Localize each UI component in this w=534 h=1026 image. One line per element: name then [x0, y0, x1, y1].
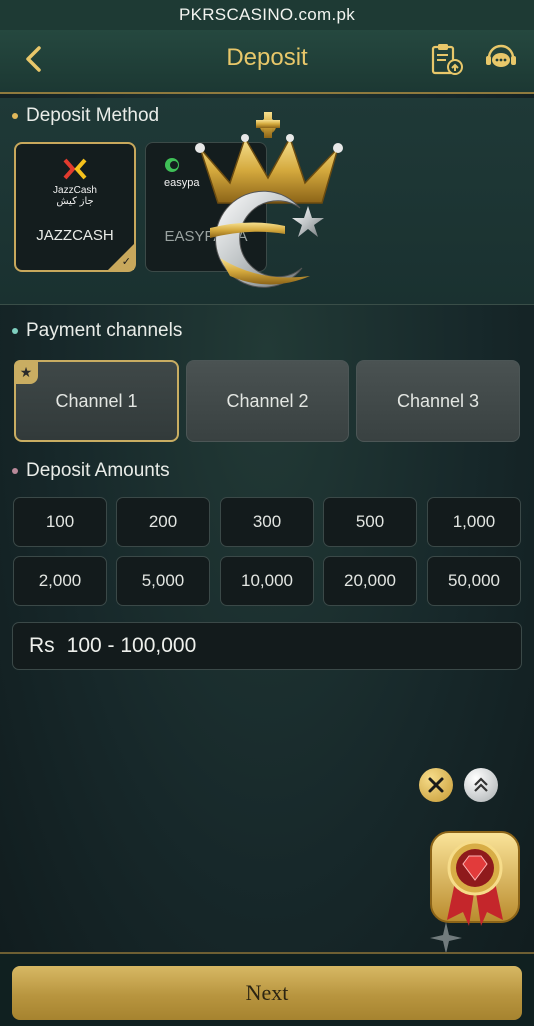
sparkle-icon — [430, 922, 462, 954]
amount-value: 200 — [148, 512, 178, 531]
amount-option[interactable]: 1,000 — [427, 497, 521, 547]
channel-label: Channel 1 — [55, 390, 138, 411]
amount-input[interactable]: Rs 100 - 100,000 — [12, 622, 522, 670]
star-icon: ★ — [14, 360, 38, 384]
payment-channels-text: Payment channels — [26, 320, 183, 341]
amount-value: 10,000 — [241, 571, 293, 590]
method-name: JAZZCASH — [36, 227, 114, 244]
payment-channels-label: Payment channels — [12, 320, 182, 342]
scroll-top-button[interactable] — [464, 768, 498, 802]
check-icon: ✓ — [121, 256, 131, 268]
amount-option[interactable]: 5,000 — [116, 556, 210, 606]
header: Deposit — [0, 30, 534, 94]
currency-label: Rs — [29, 634, 55, 657]
deposit-amounts-label: Deposit Amounts — [12, 460, 170, 482]
amount-option[interactable]: 100 — [13, 497, 107, 547]
amount-value: 2,000 — [38, 571, 82, 590]
bullet-icon — [12, 113, 18, 119]
jazzcash-logo-urdu: جاز کیش — [56, 196, 94, 207]
amount-option[interactable]: 500 — [323, 497, 417, 547]
channel-1-button[interactable]: ★ Channel 1 — [14, 360, 179, 442]
double-chevron-up-icon — [474, 777, 488, 792]
amount-value: 300 — [252, 512, 282, 531]
amount-value: 100 — [45, 512, 75, 531]
easypaisa-logo-icon — [165, 158, 179, 172]
channel-3-button[interactable]: Channel 3 — [356, 360, 520, 442]
close-float-button[interactable] — [419, 768, 453, 802]
amount-value: 1,000 — [452, 512, 496, 531]
url-text: PKRSCASINO.com.pk — [178, 5, 356, 24]
close-icon — [428, 777, 444, 793]
amount-option[interactable]: 200 — [116, 497, 210, 547]
amount-option[interactable]: 2,000 — [13, 556, 107, 606]
deposit-method-text: Deposit Method — [26, 105, 160, 126]
amount-option[interactable]: 20,000 — [323, 556, 417, 606]
channel-label: Channel 2 — [226, 390, 309, 411]
amount-value: 50,000 — [448, 571, 500, 590]
channel-label: Channel 3 — [396, 390, 480, 411]
amount-value: 5,000 — [141, 571, 185, 590]
jazzcash-logo: JazzCash جاز کیش — [16, 158, 134, 207]
method-jazzcash[interactable]: JazzCash جاز کیش JAZZCASH ✓ — [14, 142, 136, 272]
bullet-icon — [12, 468, 18, 474]
amount-value: 500 — [355, 512, 385, 531]
amount-option[interactable]: 10,000 — [220, 556, 314, 606]
bullet-icon — [12, 328, 18, 334]
jazzcash-logo-text: JazzCash — [53, 185, 97, 196]
jazzcash-logo-icon — [63, 158, 87, 180]
next-button[interactable]: Next — [12, 966, 522, 1020]
deposit-amounts-text: Deposit Amounts — [26, 460, 170, 481]
next-button-label: Next — [245, 980, 289, 1005]
amount-range-text: 100 - 100,000 — [66, 634, 197, 657]
amount-value: 20,000 — [344, 571, 396, 590]
deposit-method-label: Deposit Method — [12, 105, 159, 127]
channel-2-button[interactable]: Channel 2 — [186, 360, 349, 442]
chat-support-icon[interactable] — [482, 40, 520, 78]
clipboard-upload-icon[interactable] — [428, 40, 466, 78]
amount-option[interactable]: 300 — [220, 497, 314, 547]
crown-crescent-emblem — [195, 112, 343, 288]
url-bar: PKRSCASINO.com.pk — [0, 0, 534, 30]
amount-option[interactable]: 50,000 — [427, 556, 521, 606]
